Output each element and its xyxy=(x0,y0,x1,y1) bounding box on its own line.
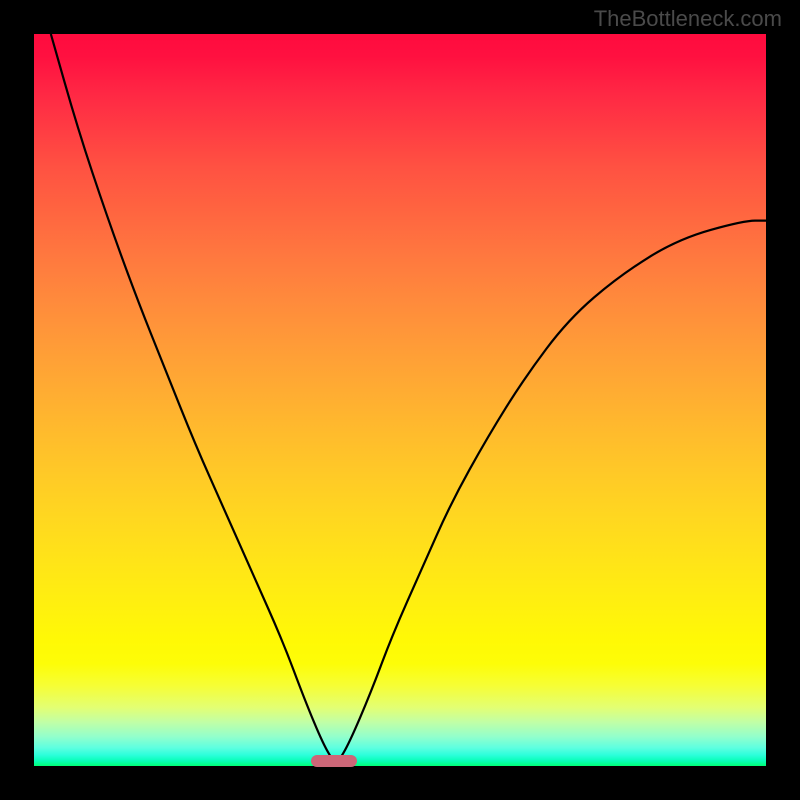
chart-svg xyxy=(34,34,766,766)
watermark-text: TheBottleneck.com xyxy=(594,6,782,32)
bottleneck-curve xyxy=(51,34,766,762)
optimal-marker xyxy=(311,755,356,767)
plot-area xyxy=(34,34,766,766)
